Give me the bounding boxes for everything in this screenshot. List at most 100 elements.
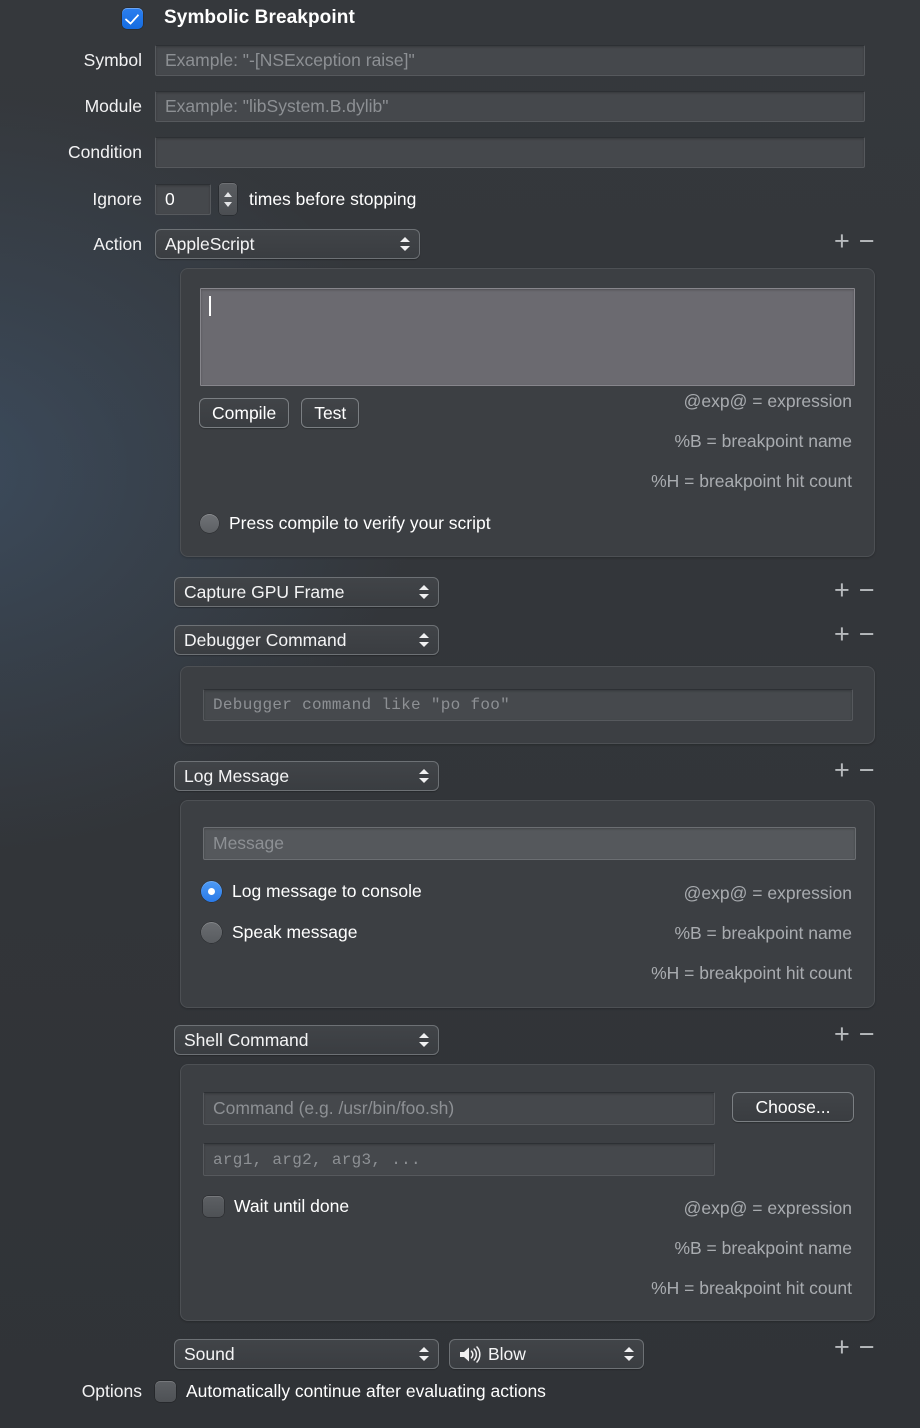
options-row: Options Automatically continue after eva… bbox=[0, 1381, 880, 1402]
action-type-popup-capture-gpu-frame[interactable]: Capture GPU Frame bbox=[174, 577, 439, 607]
remove-action-button[interactable]: − bbox=[859, 621, 875, 648]
breakpoint-enabled-checkbox[interactable] bbox=[122, 7, 143, 29]
add-action-button[interactable]: + bbox=[834, 228, 850, 255]
debugger-command-input[interactable]: Debugger command like "po foo" bbox=[203, 689, 853, 721]
token-hint-name: %B = breakpoint name bbox=[674, 431, 852, 451]
action-type-popup-sound-value: Sound bbox=[184, 1343, 235, 1364]
log-message-token-hints: @exp@ = expression %B = breakpoint name … bbox=[432, 873, 852, 993]
module-row: Module Example: "libSystem.B.dylib" bbox=[0, 91, 880, 122]
wait-until-done-label: Wait until done bbox=[234, 1196, 350, 1216]
symbolic-breakpoint-editor: Symbolic Breakpoint Symbol Example: "-[N… bbox=[0, 0, 920, 1428]
add-action-button[interactable]: + bbox=[834, 1021, 850, 1048]
add-remove-action-shell-command: + − bbox=[834, 1021, 875, 1048]
log-to-console-radio[interactable] bbox=[201, 881, 222, 902]
wait-until-done-row[interactable]: Wait until done bbox=[203, 1196, 349, 1217]
condition-row: Condition bbox=[0, 137, 880, 168]
condition-input[interactable] bbox=[155, 137, 865, 168]
token-hint-name: %B = breakpoint name bbox=[674, 923, 852, 943]
chevron-updown-icon bbox=[419, 1033, 429, 1047]
condition-label: Condition bbox=[68, 142, 142, 162]
applescript-token-hints: @exp@ = expression %B = breakpoint name … bbox=[432, 381, 852, 501]
token-hint-name: %B = breakpoint name bbox=[674, 1238, 852, 1258]
symbol-input[interactable]: Example: "-[NSException raise]" bbox=[155, 45, 865, 76]
compile-status-label: Press compile to verify your script bbox=[229, 513, 491, 533]
add-action-button[interactable]: + bbox=[834, 621, 850, 648]
options-label: Options bbox=[81, 1381, 142, 1401]
action-type-popup-shell-command[interactable]: Shell Command bbox=[174, 1025, 439, 1055]
action-type-popup-log-message[interactable]: Log Message bbox=[174, 761, 439, 791]
compile-button[interactable]: Compile bbox=[199, 398, 290, 428]
speak-message-radio[interactable] bbox=[201, 922, 222, 943]
sound-name-popup[interactable]: Blow bbox=[449, 1339, 644, 1369]
remove-action-button[interactable]: − bbox=[859, 577, 875, 604]
symbol-label: Symbol bbox=[83, 50, 142, 70]
log-message-input[interactable]: Message bbox=[203, 827, 856, 860]
ignore-stepper[interactable] bbox=[219, 183, 237, 215]
shell-arguments-input[interactable]: arg1, arg2, arg3, ... bbox=[203, 1143, 715, 1176]
action-type-popup-debugger-command[interactable]: Debugger Command bbox=[174, 625, 439, 655]
action-row-capture-gpu-frame: Capture GPU Frame bbox=[174, 577, 439, 607]
add-remove-action-applescript: + − bbox=[834, 228, 875, 255]
ignore-suffix-label: times before stopping bbox=[249, 188, 417, 209]
action-type-popup-capture-gpu-frame-value: Capture GPU Frame bbox=[184, 581, 345, 602]
shell-command-action-panel: Command (e.g. /usr/bin/foo.sh) Choose...… bbox=[180, 1064, 875, 1321]
add-action-button[interactable]: + bbox=[834, 577, 850, 604]
log-to-console-label: Log message to console bbox=[232, 881, 422, 901]
add-remove-action-capture-gpu-frame: + − bbox=[834, 577, 875, 604]
action-type-popup-debugger-command-value: Debugger Command bbox=[184, 629, 347, 650]
speak-message-label: Speak message bbox=[232, 922, 358, 942]
chevron-updown-icon bbox=[400, 237, 410, 251]
action-row-log-message: Log Message bbox=[174, 761, 439, 791]
wait-until-done-checkbox[interactable] bbox=[203, 1196, 224, 1217]
add-remove-action-log-message: + − bbox=[834, 757, 875, 784]
chevron-updown-icon bbox=[419, 585, 429, 599]
auto-continue-checkbox[interactable] bbox=[155, 1381, 176, 1402]
token-hint-hitcount: %H = breakpoint hit count bbox=[651, 963, 852, 983]
breakpoint-enabled-checkbox-wrap bbox=[0, 7, 155, 29]
remove-action-button[interactable]: − bbox=[859, 228, 875, 255]
speaker-waves-icon bbox=[459, 1345, 481, 1363]
action-row-debugger-command: Debugger Command bbox=[174, 625, 439, 655]
add-action-button[interactable]: + bbox=[834, 1334, 850, 1361]
applescript-status-row: Press compile to verify your script bbox=[200, 513, 491, 534]
action-label: Action bbox=[93, 233, 142, 254]
add-remove-action-debugger-command: + − bbox=[834, 621, 875, 648]
action-type-popup-shell-command-value: Shell Command bbox=[184, 1029, 309, 1050]
chevron-updown-icon bbox=[419, 769, 429, 783]
auto-continue-label: Automatically continue after evaluating … bbox=[186, 1381, 546, 1401]
applescript-action-panel: Compile Test @exp@ = expression %B = bre… bbox=[180, 268, 875, 557]
remove-action-button[interactable]: − bbox=[859, 757, 875, 784]
action-type-popup-sound[interactable]: Sound bbox=[174, 1339, 439, 1369]
text-caret bbox=[209, 296, 211, 316]
choose-button[interactable]: Choose... bbox=[732, 1092, 854, 1122]
action-row-shell-command: Shell Command bbox=[174, 1025, 439, 1055]
token-hint-hitcount: %H = breakpoint hit count bbox=[651, 471, 852, 491]
page-title: Symbolic Breakpoint bbox=[164, 7, 355, 28]
add-remove-action-sound: + − bbox=[834, 1334, 875, 1361]
breakpoint-enabled-row: Symbolic Breakpoint bbox=[0, 7, 355, 29]
remove-action-button[interactable]: − bbox=[859, 1021, 875, 1048]
test-button[interactable]: Test bbox=[301, 398, 360, 428]
token-hint-exp: @exp@ = expression bbox=[683, 391, 852, 411]
token-hint-exp: @exp@ = expression bbox=[683, 883, 852, 903]
token-hint-hitcount: %H = breakpoint hit count bbox=[651, 1278, 852, 1298]
shell-command-token-hints: @exp@ = expression %B = breakpoint name … bbox=[432, 1188, 852, 1308]
chevron-updown-icon bbox=[419, 633, 429, 647]
applescript-script-editor[interactable] bbox=[200, 288, 855, 386]
action-type-popup-applescript[interactable]: AppleScript bbox=[155, 229, 420, 259]
module-input[interactable]: Example: "libSystem.B.dylib" bbox=[155, 91, 865, 122]
auto-continue-row[interactable]: Automatically continue after evaluating … bbox=[155, 1381, 546, 1402]
action-type-popup-log-message-value: Log Message bbox=[184, 765, 290, 786]
add-action-button[interactable]: + bbox=[834, 757, 850, 784]
applescript-buttons: Compile Test bbox=[199, 398, 360, 428]
debugger-command-action-panel: Debugger command like "po foo" bbox=[180, 666, 875, 744]
shell-command-input[interactable]: Command (e.g. /usr/bin/foo.sh) bbox=[203, 1092, 715, 1125]
symbol-row: Symbol Example: "-[NSException raise]" bbox=[0, 45, 880, 76]
module-label: Module bbox=[84, 96, 142, 116]
token-hint-exp: @exp@ = expression bbox=[683, 1198, 852, 1218]
speak-message-radio-row[interactable]: Speak message bbox=[201, 922, 358, 943]
ignore-count-input[interactable]: 0 bbox=[155, 183, 211, 215]
log-to-console-radio-row[interactable]: Log message to console bbox=[201, 881, 422, 902]
remove-action-button[interactable]: − bbox=[859, 1334, 875, 1361]
sound-name-popup-value: Blow bbox=[488, 1343, 526, 1364]
